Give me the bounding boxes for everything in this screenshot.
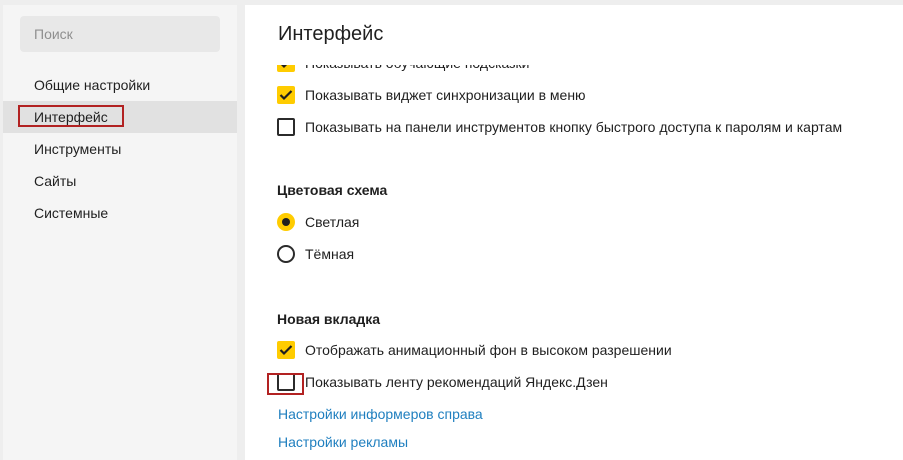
page-title: Интерфейс bbox=[278, 23, 384, 45]
option-show-passwords-button[interactable]: Показывать на панели инструментов кнопку… bbox=[277, 116, 842, 138]
sidebar-item-label: Общие настройки bbox=[34, 77, 151, 93]
sidebar-item-interface[interactable]: Интерфейс bbox=[3, 101, 237, 133]
sidebar-item-sites[interactable]: Сайты bbox=[3, 165, 237, 197]
checkbox-unchecked[interactable] bbox=[277, 373, 295, 391]
option-label: Показывать виджет синхронизации в меню bbox=[305, 87, 586, 103]
settings-content: Показывать обучающие подсказки Интерфейс… bbox=[245, 5, 903, 460]
sidebar-item-general[interactable]: Общие настройки bbox=[3, 69, 237, 101]
link-ads-settings[interactable]: Настройки рекламы bbox=[278, 434, 408, 450]
radio-option-dark[interactable]: Тёмная bbox=[277, 243, 354, 265]
radio-unselected[interactable] bbox=[277, 245, 295, 263]
checkmark-icon bbox=[279, 345, 293, 356]
sidebar-item-label: Системные bbox=[34, 205, 109, 221]
option-label: Показывать ленту рекомендаций Яндекс.Дзе… bbox=[305, 374, 608, 390]
checkbox-checked[interactable] bbox=[277, 86, 295, 104]
option-label: Показывать на панели инструментов кнопку… bbox=[305, 119, 843, 135]
radio-option-light[interactable]: Светлая bbox=[277, 211, 359, 233]
link-informers-settings[interactable]: Настройки информеров справа bbox=[278, 406, 483, 422]
sidebar-item-system[interactable]: Системные bbox=[3, 197, 237, 229]
sidebar-item-tools[interactable]: Инструменты bbox=[3, 133, 237, 165]
sidebar-nav: Общие настройки Интерфейс Инструменты Са… bbox=[3, 69, 237, 229]
section-title-new-tab: Новая вкладка bbox=[277, 311, 381, 327]
sidebar-item-label: Инструменты bbox=[34, 141, 122, 157]
checkbox-unchecked[interactable] bbox=[277, 118, 295, 136]
settings-sidebar: Общие настройки Интерфейс Инструменты Са… bbox=[3, 5, 237, 460]
option-label: Отображать анимационный фон в высоком ра… bbox=[305, 342, 672, 358]
option-label: Светлая bbox=[305, 214, 360, 230]
option-label: Тёмная bbox=[305, 246, 355, 262]
option-show-sync-widget[interactable]: Показывать виджет синхронизации в меню bbox=[277, 84, 586, 106]
checkmark-icon bbox=[279, 90, 293, 101]
section-title-color-scheme: Цветовая схема bbox=[277, 182, 388, 198]
checkbox-checked[interactable] bbox=[277, 341, 295, 359]
sidebar-item-label: Сайты bbox=[34, 173, 77, 189]
search-input[interactable] bbox=[20, 16, 220, 52]
option-animated-background[interactable]: Отображать анимационный фон в высоком ра… bbox=[277, 339, 672, 361]
option-zen-feed[interactable]: Показывать ленту рекомендаций Яндекс.Дзе… bbox=[277, 371, 608, 393]
highlight-box bbox=[18, 105, 124, 127]
content-header: Интерфейс bbox=[245, 5, 903, 65]
radio-selected[interactable] bbox=[277, 213, 295, 231]
